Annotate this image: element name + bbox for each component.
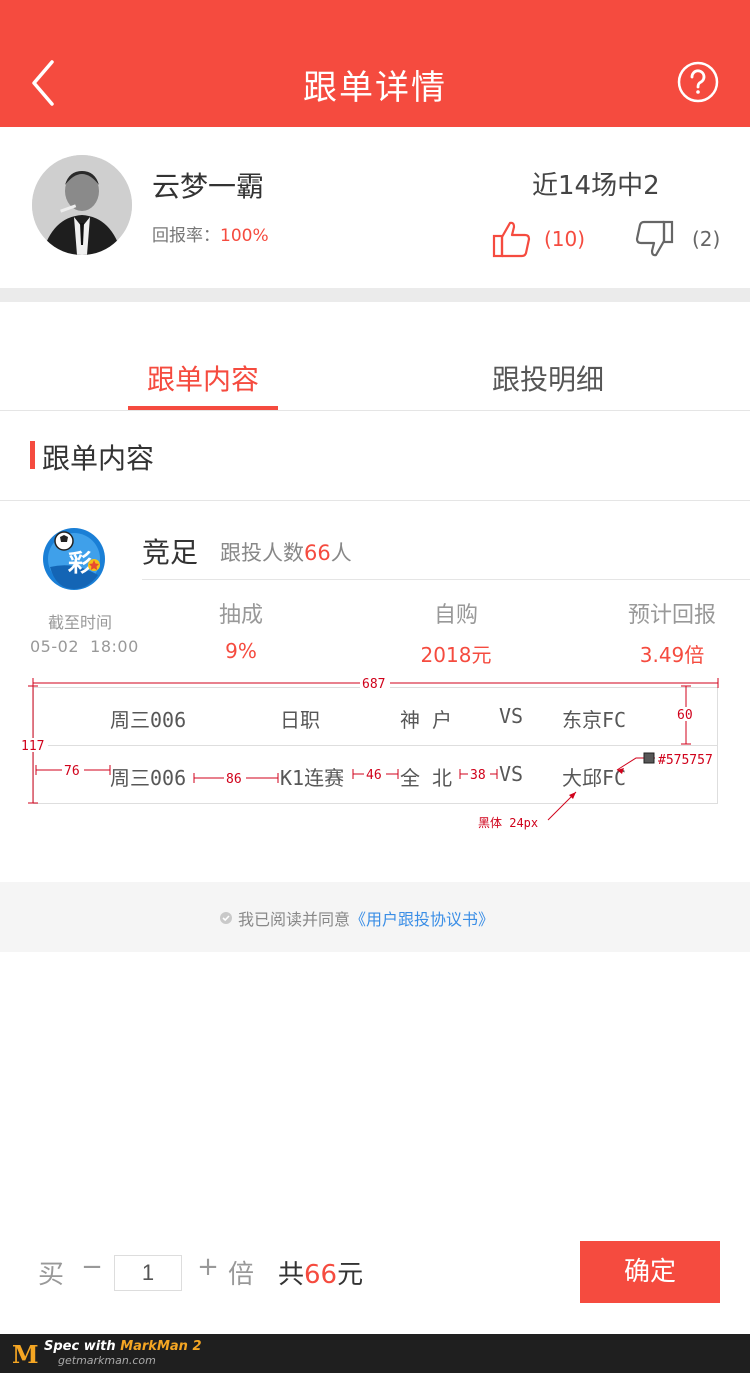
tab-active-indicator — [128, 406, 278, 410]
divider — [142, 579, 750, 580]
section-marker — [30, 441, 35, 469]
total-prefix: 共 — [278, 1260, 305, 1290]
agreement-link[interactable]: 《用户跟投协议书》 — [350, 906, 494, 930]
match-number: 周三006 — [110, 766, 187, 790]
deadline-label: 截至时间 — [48, 613, 113, 632]
decrease-button[interactable]: − — [80, 1252, 104, 1282]
match-league: K1连赛 — [280, 766, 345, 790]
stat-commission: 抽成 9% — [200, 597, 282, 663]
stat-value: 3.49倍 — [639, 643, 705, 667]
tab-follow-details[interactable]: 跟投明细 — [478, 358, 618, 398]
match-table: 周三006 日职 神 户 VS 东京FC 周三006 K1连赛 全 北 VS 大… — [33, 687, 718, 804]
return-rate: 回报率：100% — [152, 221, 269, 246]
stat-label: 自购 — [433, 603, 478, 628]
stat-label: 预计回报 — [627, 603, 716, 628]
match-number: 周三006 — [110, 708, 187, 732]
multiplier-unit: 倍 — [228, 1260, 255, 1290]
tab-order-content[interactable]: 跟单内容 — [128, 358, 278, 398]
markman-logo-icon: M — [12, 1340, 39, 1369]
spec-text: Spec with MarkMan 2 — [44, 1339, 202, 1354]
page-title: 跟单详情 — [303, 68, 447, 108]
divider — [0, 288, 750, 302]
deadline-value: 05-02 18:00 — [30, 637, 139, 656]
dislike-button[interactable]: (2) — [634, 219, 720, 259]
follower-count: 跟投人数66人 — [220, 537, 352, 567]
table-row: 周三006 日职 神 户 VS 东京FC — [34, 688, 717, 746]
match-vs: VS — [499, 762, 524, 786]
site-text: getmarkman.com — [58, 1354, 156, 1367]
match-away: 大邱FC — [562, 766, 627, 790]
stat-value: 2018元 — [420, 643, 492, 667]
agreement-text: 我已阅读并同意 — [238, 910, 351, 929]
dislike-count: (2) — [692, 227, 721, 251]
return-rate-label: 回报率： — [152, 226, 220, 246]
multiplier-input[interactable] — [114, 1255, 182, 1291]
followers-prefix: 跟投人数 — [220, 541, 304, 565]
profile-card: 云梦一霸 回报率：100% 近14场中2 (10) (2) — [0, 127, 750, 288]
like-count: (10) — [544, 227, 586, 251]
match-home: 神 户 — [400, 708, 453, 732]
thumbs-up-icon — [492, 221, 531, 258]
stat-expected-return: 预计回报 3.49倍 — [620, 597, 724, 668]
markman-footer: M Spec with MarkMan 2 getmarkman.com — [0, 1334, 750, 1373]
help-icon — [677, 61, 719, 103]
agreement-bar: 我已阅读并同意 《用户跟投协议书》 — [0, 882, 750, 952]
buy-label: 买 — [38, 1260, 65, 1290]
match-away: 东京FC — [562, 708, 627, 732]
followers-suffix: 人 — [330, 541, 352, 565]
nav-header: 跟单详情 — [0, 0, 750, 127]
table-row: 周三006 K1连赛 全 北 VS 大邱FC — [34, 746, 717, 804]
increase-button[interactable]: + — [196, 1252, 220, 1282]
stat-self-buy: 自购 2018元 — [410, 597, 502, 668]
thumbs-down-icon — [635, 220, 674, 257]
lottery-name: 竞足 — [142, 536, 199, 569]
order-card: 彩 竞足 跟投人数66人 截至时间 05-02 18:00 抽成 9% 自购 2… — [0, 501, 750, 881]
svg-text:彩: 彩 — [67, 549, 92, 577]
stat-value: 9% — [225, 639, 257, 663]
followers-number: 66 — [304, 541, 331, 565]
agreement-checkbox[interactable]: 我已阅读并同意 《用户跟投协议书》 — [220, 906, 494, 930]
like-button[interactable]: (10) — [492, 219, 585, 259]
spec-prefix: Spec with — [44, 1339, 121, 1354]
tab-bar: 跟单内容 跟投明细 — [0, 302, 750, 411]
confirm-button[interactable]: 确定 — [580, 1241, 720, 1303]
section-title: 跟单内容 — [42, 442, 155, 475]
brand-name: MarkMan 2 — [120, 1339, 202, 1354]
avatar-image — [32, 155, 132, 255]
help-button[interactable] — [677, 61, 719, 103]
avatar[interactable] — [32, 155, 132, 255]
purchase-bar: 买 − + 倍 共66元 确定 — [0, 1238, 750, 1308]
match-home: 全 北 — [400, 766, 453, 790]
check-circle-icon — [220, 912, 232, 924]
section-header: 跟单内容 — [0, 411, 750, 501]
return-rate-value: 100% — [220, 226, 269, 246]
total-suffix: 元 — [337, 1260, 364, 1290]
lottery-logo-icon: 彩 — [42, 527, 106, 591]
recent-record: 近14场中2 — [532, 171, 660, 201]
stat-label: 抽成 — [218, 603, 263, 628]
total-amount: 共66元 — [278, 1254, 363, 1291]
match-vs: VS — [499, 704, 524, 728]
match-league: 日职 — [280, 708, 320, 732]
total-value: 66 — [304, 1260, 338, 1290]
username: 云梦一霸 — [152, 170, 265, 203]
